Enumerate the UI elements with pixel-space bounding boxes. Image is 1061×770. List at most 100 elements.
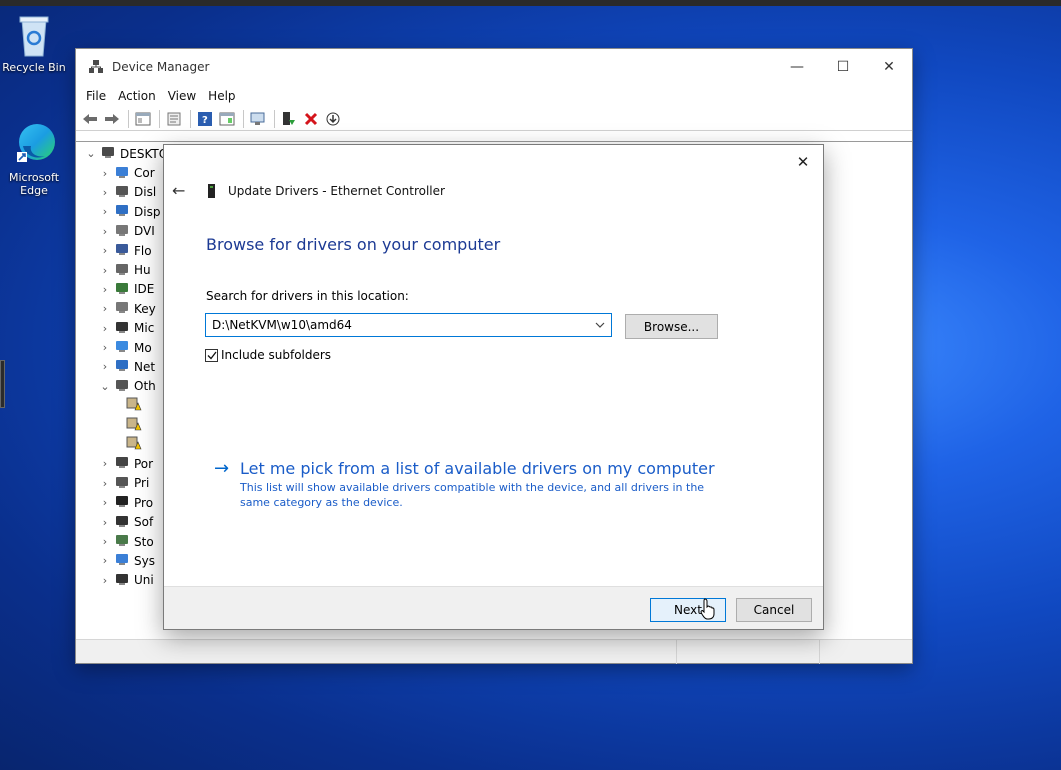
close-button[interactable]: ✕ bbox=[866, 49, 912, 85]
chevron-right-icon[interactable]: › bbox=[98, 225, 112, 238]
chevron-right-icon[interactable]: › bbox=[98, 186, 112, 199]
storage-controller-icon bbox=[112, 533, 134, 550]
chevron-right-icon[interactable]: › bbox=[98, 516, 112, 529]
tree-item[interactable]: › Uni bbox=[84, 571, 168, 590]
update-driver-icon[interactable] bbox=[279, 109, 299, 129]
svg-text:?: ? bbox=[202, 115, 208, 126]
chevron-down-icon[interactable]: ⌄ bbox=[84, 147, 98, 160]
uninstall-device-icon[interactable] bbox=[301, 109, 321, 129]
edge-icon bbox=[17, 124, 55, 162]
tree-root-label: DESKTO bbox=[120, 146, 169, 161]
tree-child-item[interactable] bbox=[84, 435, 168, 454]
tree-root[interactable]: ⌄ DESKTO bbox=[84, 144, 168, 163]
include-subfolders-row[interactable]: Include subfolders bbox=[205, 348, 331, 362]
tree-child-item[interactable] bbox=[84, 415, 168, 434]
tree-item[interactable]: › Net bbox=[84, 357, 168, 376]
display-adapter-icon bbox=[112, 203, 134, 220]
help-icon[interactable]: ? bbox=[195, 109, 215, 129]
tree-item[interactable]: › Cor bbox=[84, 163, 168, 182]
tree-item[interactable]: › Key bbox=[84, 299, 168, 318]
tree-item-label: Pri bbox=[134, 476, 150, 491]
maximize-button[interactable]: ☐ bbox=[820, 49, 866, 85]
chevron-right-icon[interactable]: › bbox=[98, 535, 112, 548]
action-pane-icon[interactable] bbox=[217, 109, 237, 129]
tree-item[interactable]: › Pro bbox=[84, 493, 168, 512]
pick-from-list-link[interactable]: → Let me pick from a list of available d… bbox=[214, 458, 720, 510]
tree-child-item[interactable] bbox=[84, 396, 168, 415]
chevron-right-icon[interactable]: › bbox=[98, 302, 112, 315]
scan-hardware-icon[interactable] bbox=[248, 109, 268, 129]
tree-item[interactable]: › Disl bbox=[84, 183, 168, 202]
include-subfolders-checkbox[interactable] bbox=[205, 348, 218, 362]
tree-item[interactable]: › Disp bbox=[84, 202, 168, 221]
desktop-icon-recycle-bin[interactable]: Recycle Bin bbox=[0, 12, 68, 74]
dialog-close-button[interactable]: ✕ bbox=[789, 149, 817, 175]
enable-device-icon[interactable] bbox=[323, 109, 343, 129]
driver-path-combobox[interactable]: D:\NetKVM\w10\amd64 bbox=[205, 313, 612, 337]
browse-button[interactable]: Browse... bbox=[625, 314, 718, 339]
tree-item[interactable]: › Flo bbox=[84, 241, 168, 260]
tree-item[interactable]: › Hu bbox=[84, 260, 168, 279]
cancel-button[interactable]: Cancel bbox=[736, 598, 812, 622]
disk-drive-icon bbox=[112, 184, 134, 201]
menu-file[interactable]: File bbox=[80, 89, 112, 103]
back-arrow-icon[interactable] bbox=[80, 109, 100, 129]
device-tree: ⌄ DESKTO › Cor › Disl › Disp › DVI › Flo › Hu › IDE › Key… bbox=[84, 144, 168, 590]
tree-item[interactable]: › Pri bbox=[84, 474, 168, 493]
tree-item[interactable]: ⌄ Oth bbox=[84, 377, 168, 396]
side-handle[interactable] bbox=[0, 360, 5, 408]
tree-item[interactable]: › Sof bbox=[84, 512, 168, 531]
network-adapter-icon bbox=[112, 358, 134, 375]
device-manager-titlebar[interactable]: Device Manager — ☐ ✕ bbox=[76, 49, 912, 85]
hid-icon bbox=[112, 262, 134, 279]
tree-item[interactable]: › DVI bbox=[84, 222, 168, 241]
dialog-heading: Browse for drivers on your computer bbox=[206, 235, 501, 254]
chevron-right-icon[interactable]: › bbox=[98, 205, 112, 218]
properties-icon[interactable] bbox=[164, 109, 184, 129]
tree-item[interactable]: › IDE bbox=[84, 280, 168, 299]
pick-link-title[interactable]: Let me pick from a list of available dri… bbox=[240, 458, 720, 480]
tree-item-label: Oth bbox=[134, 379, 156, 394]
back-button[interactable]: ← bbox=[172, 181, 194, 200]
tree-item-label: Hu bbox=[134, 263, 151, 278]
chevron-right-icon[interactable]: › bbox=[98, 457, 112, 470]
toolbar-separator bbox=[128, 109, 129, 128]
show-hide-console-tree-icon[interactable] bbox=[133, 109, 153, 129]
chevron-right-icon[interactable]: › bbox=[98, 574, 112, 587]
chevron-right-icon[interactable]: › bbox=[98, 341, 112, 354]
forward-arrow-icon[interactable] bbox=[102, 109, 122, 129]
chevron-right-icon[interactable]: › bbox=[98, 496, 112, 509]
processor-icon bbox=[112, 494, 134, 511]
toolbar-separator bbox=[274, 109, 275, 128]
toolbar-separator bbox=[243, 109, 244, 128]
tree-item-label: Cor bbox=[134, 166, 155, 181]
chevron-right-icon[interactable]: › bbox=[98, 264, 112, 277]
chevron-down-icon[interactable]: ⌄ bbox=[98, 380, 112, 393]
tree-item-label: Sys bbox=[134, 553, 155, 568]
chevron-down-icon[interactable] bbox=[589, 320, 611, 331]
minimize-button[interactable]: — bbox=[774, 49, 820, 85]
unknown-device-warning-icon bbox=[124, 417, 146, 434]
chevron-right-icon[interactable]: › bbox=[98, 554, 112, 567]
chevron-right-icon[interactable]: › bbox=[98, 360, 112, 373]
menu-help[interactable]: Help bbox=[202, 89, 241, 103]
menu-view[interactable]: View bbox=[162, 89, 202, 103]
tree-item[interactable]: › Mo bbox=[84, 338, 168, 357]
toolbar-separator bbox=[159, 109, 160, 128]
chevron-right-icon[interactable]: › bbox=[98, 244, 112, 257]
tree-item[interactable]: › Sto bbox=[84, 532, 168, 551]
tree-item[interactable]: › Por bbox=[84, 454, 168, 473]
chevron-right-icon[interactable]: › bbox=[98, 477, 112, 490]
tree-item[interactable]: › Mic bbox=[84, 319, 168, 338]
tree-item-label: IDE bbox=[134, 282, 155, 297]
tree-item-label: Mo bbox=[134, 340, 152, 355]
desktop-icon-edge[interactable]: Microsoft Edge bbox=[0, 120, 68, 197]
floppy-icon bbox=[112, 242, 134, 259]
menu-action[interactable]: Action bbox=[112, 89, 162, 103]
chevron-right-icon[interactable]: › bbox=[98, 283, 112, 296]
chevron-right-icon[interactable]: › bbox=[98, 322, 112, 335]
chevron-right-icon[interactable]: › bbox=[98, 167, 112, 180]
tree-item[interactable]: › Sys bbox=[84, 551, 168, 570]
system-device-icon bbox=[112, 552, 134, 569]
device-manager-title: Device Manager bbox=[112, 60, 210, 74]
